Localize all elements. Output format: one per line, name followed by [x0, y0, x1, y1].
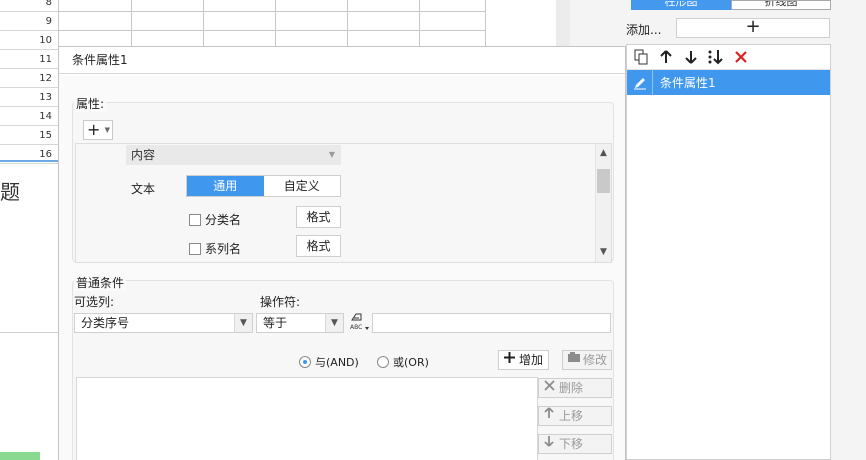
attributes-label: 属性:: [74, 95, 107, 112]
sheet-title-fragment: 题: [0, 180, 20, 204]
move-bottom-icon[interactable]: [706, 48, 725, 67]
series-name-label: 系列名: [205, 242, 242, 256]
content-dropdown-value: 内容: [131, 148, 156, 162]
attribute-scroll-area: 内容 ▼ 文本 通用 自定义 分类名 格式 系列名 格式 ▲ ▼: [75, 143, 612, 263]
conditions-label: 普通条件: [74, 274, 127, 291]
arrow-up-icon: [543, 407, 555, 425]
condition-value-input[interactable]: [372, 313, 611, 333]
row-number[interactable]: 13: [0, 88, 58, 107]
row-number[interactable]: 10: [0, 31, 58, 50]
operator-label: 操作符:: [260, 295, 301, 309]
condition-list[interactable]: [76, 377, 538, 460]
column-label: 可选列:: [74, 295, 115, 309]
grid-line: [203, 0, 204, 46]
logic-and-option[interactable]: 与(AND): [299, 354, 359, 370]
add-label: 添加...: [626, 23, 662, 37]
modify-icon: [567, 351, 580, 369]
segment-custom[interactable]: 自定义: [263, 176, 340, 196]
selection-line: [0, 160, 58, 162]
arrow-up-icon[interactable]: [656, 48, 675, 67]
category-name-checkbox[interactable]: [189, 213, 201, 226]
scroll-up-icon[interactable]: ▲: [596, 146, 611, 161]
tab-bar-chart[interactable]: 柱形图: [631, 0, 731, 10]
move-up-button[interactable]: 上移: [538, 406, 612, 426]
sheet-grid: [58, 0, 486, 46]
plus-icon: +: [87, 120, 101, 139]
or-label: 或(OR): [393, 356, 429, 369]
attribute-scrollbar[interactable]: ▲ ▼: [595, 144, 611, 262]
chevron-down-icon: ▼: [234, 314, 252, 332]
row-number[interactable]: 11: [0, 50, 58, 69]
and-radio[interactable]: [299, 356, 311, 368]
series-format-button[interactable]: 格式: [296, 235, 341, 257]
series-name-checkbox[interactable]: [189, 242, 201, 255]
plus-icon: [503, 351, 515, 369]
svg-text:ABC: ABC: [350, 324, 362, 331]
row-number[interactable]: 15: [0, 126, 58, 145]
grid-line: [58, 30, 485, 31]
scroll-thumb[interactable]: [597, 169, 610, 193]
or-radio[interactable]: [377, 356, 389, 368]
close-icon: [543, 379, 555, 397]
dialog-title: 条件属性1: [59, 47, 625, 74]
content-dropdown[interactable]: 内容 ▼: [126, 145, 341, 165]
grid-line: [419, 0, 420, 46]
list-item-label: 条件属性1: [660, 76, 716, 90]
add-condition-button[interactable]: +: [676, 18, 830, 38]
dialog-body: 属性: + ▼ 内容 ▼ 文本 通用 自定义 分类名 格式 系列名 格式 ▲ ▼…: [59, 75, 625, 460]
chevron-down-icon: ▼: [328, 150, 335, 159]
sheet-divider: [0, 332, 58, 333]
move-down-button-label: 下移: [559, 437, 584, 451]
operator-select-value: 等于: [263, 316, 288, 330]
add-attribute-dropdown[interactable]: + ▼: [83, 120, 113, 140]
delete-button-label: 删除: [559, 381, 584, 395]
edit-pencil-icon: [627, 70, 653, 95]
list-toolbar: [627, 45, 830, 70]
text-mode-segmented: 通用 自定义: [186, 175, 341, 197]
operator-select[interactable]: 等于 ▼: [256, 313, 344, 333]
list-item-condition[interactable]: 条件属性1: [627, 70, 830, 95]
delete-button[interactable]: 删除: [538, 378, 612, 398]
move-down-button[interactable]: 下移: [538, 434, 612, 454]
category-format-button[interactable]: 格式: [296, 206, 341, 228]
text-label: 文本: [131, 182, 156, 196]
grid-line: [485, 0, 486, 46]
condition-attribute-dialog: 条件属性1 属性: + ▼ 内容 ▼ 文本 通用 自定义 分类名 格式 系列名 …: [58, 46, 626, 460]
category-name-checkbox-row[interactable]: 分类名: [189, 211, 241, 228]
column-select-value: 分类序号: [81, 316, 130, 330]
row-number[interactable]: 12: [0, 69, 58, 88]
copy-icon[interactable]: [631, 48, 650, 67]
delete-icon[interactable]: [731, 48, 750, 67]
grid-line: [131, 0, 132, 46]
tab-line-chart[interactable]: 折线图: [731, 0, 831, 10]
arrow-down-icon: [543, 435, 555, 453]
logic-or-option[interactable]: 或(OR): [377, 354, 429, 370]
row-number[interactable]: 9: [0, 12, 58, 31]
modify-button[interactable]: 修改: [562, 350, 612, 370]
chevron-down-icon: ▼: [325, 314, 343, 332]
grid-line: [347, 0, 348, 46]
chevron-down-icon: ▼: [104, 126, 110, 134]
modify-button-label: 修改: [583, 353, 608, 367]
series-name-checkbox-row[interactable]: 系列名: [189, 240, 241, 257]
sheet-green-bar: [0, 452, 40, 460]
move-up-button-label: 上移: [559, 409, 584, 423]
grid-line: [275, 0, 276, 46]
row-number[interactable]: 8: [0, 0, 58, 12]
condition-list-panel: 条件属性1: [626, 44, 831, 460]
add-button[interactable]: 增加: [498, 350, 549, 370]
formula-icon[interactable]: ABC: [348, 311, 370, 333]
row-number[interactable]: 14: [0, 107, 58, 126]
arrow-down-icon[interactable]: [681, 48, 700, 67]
grid-line: [58, 11, 485, 12]
add-button-label: 增加: [519, 353, 544, 367]
segment-general[interactable]: 通用: [187, 176, 264, 196]
and-label: 与(AND): [315, 356, 359, 369]
column-select[interactable]: 分类序号 ▼: [74, 313, 253, 333]
chart-type-tabs: 柱形图 折线图: [631, 0, 831, 10]
category-name-label: 分类名: [205, 213, 242, 227]
scroll-down-icon[interactable]: ▼: [596, 245, 611, 260]
